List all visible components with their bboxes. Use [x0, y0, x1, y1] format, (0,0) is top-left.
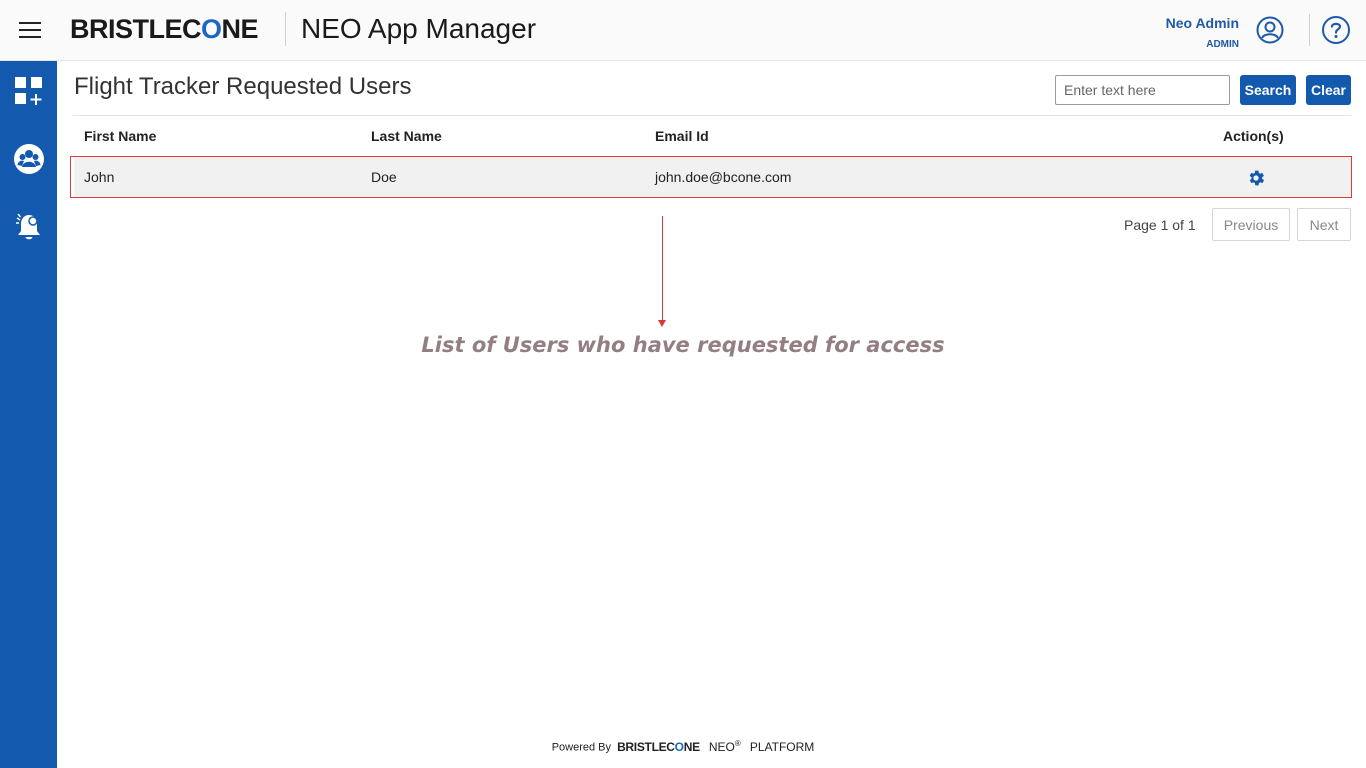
- column-header-actions: Action(s): [1223, 128, 1284, 144]
- search-input[interactable]: [1055, 75, 1230, 105]
- user-group-icon[interactable]: [13, 143, 45, 175]
- column-header-last-name: Last Name: [371, 128, 442, 144]
- header-divider-right: [1309, 14, 1310, 46]
- footer-neo: NEO: [708, 739, 735, 754]
- footer: Powered By BRISTLECONE NEO® PLATFORM: [0, 739, 1366, 754]
- cell-email: john.doe@bcone.com: [655, 169, 792, 185]
- notification-bell-icon[interactable]: [13, 211, 45, 243]
- table-row[interactable]: John Doe john.doe@bcone.com: [70, 156, 1352, 198]
- footer-platform: PLATFORM: [749, 739, 815, 754]
- apps-add-icon[interactable]: [13, 75, 45, 107]
- app-title: NEO App Manager: [301, 13, 537, 44]
- pagination-info: Page 1 of 1: [1124, 217, 1196, 233]
- footer-brand-logo: BRISTLECONE: [617, 739, 700, 754]
- row-accent: [71, 157, 74, 197]
- user-profile-icon[interactable]: [1255, 15, 1285, 45]
- column-header-first-name: First Name: [84, 128, 157, 144]
- clear-button[interactable]: Clear: [1306, 75, 1351, 105]
- search-button[interactable]: Search: [1240, 75, 1296, 105]
- help-icon[interactable]: [1321, 15, 1351, 45]
- app-header: BRISTLECONE NEO App Manager Neo Admin AD…: [0, 0, 1366, 61]
- annotation-arrow-line: [662, 216, 663, 322]
- cell-first-name: John: [84, 169, 115, 185]
- page-title: Flight Tracker Requested Users: [74, 73, 412, 100]
- hamburger-menu-icon[interactable]: [19, 22, 41, 38]
- column-header-email: Email Id: [655, 128, 709, 144]
- footer-powered-by: Powered By: [551, 741, 611, 754]
- annotation-text: List of Users who have requested for acc…: [421, 333, 945, 357]
- user-role: ADMIN: [1206, 39, 1239, 50]
- header-divider: [285, 12, 286, 46]
- next-page-button[interactable]: Next: [1297, 208, 1351, 241]
- previous-page-button[interactable]: Previous: [1212, 208, 1290, 241]
- annotation-arrow-head: [658, 320, 666, 327]
- footer-registered-mark: ®: [734, 739, 741, 748]
- cell-last-name: Doe: [371, 169, 397, 185]
- table-top-divider: [73, 115, 1351, 116]
- bristlecone-logo: BRISTLECONE: [70, 14, 259, 44]
- settings-gear-icon[interactable]: [1246, 168, 1266, 188]
- user-name[interactable]: Neo Admin: [1166, 15, 1239, 31]
- sidebar: [0, 61, 57, 768]
